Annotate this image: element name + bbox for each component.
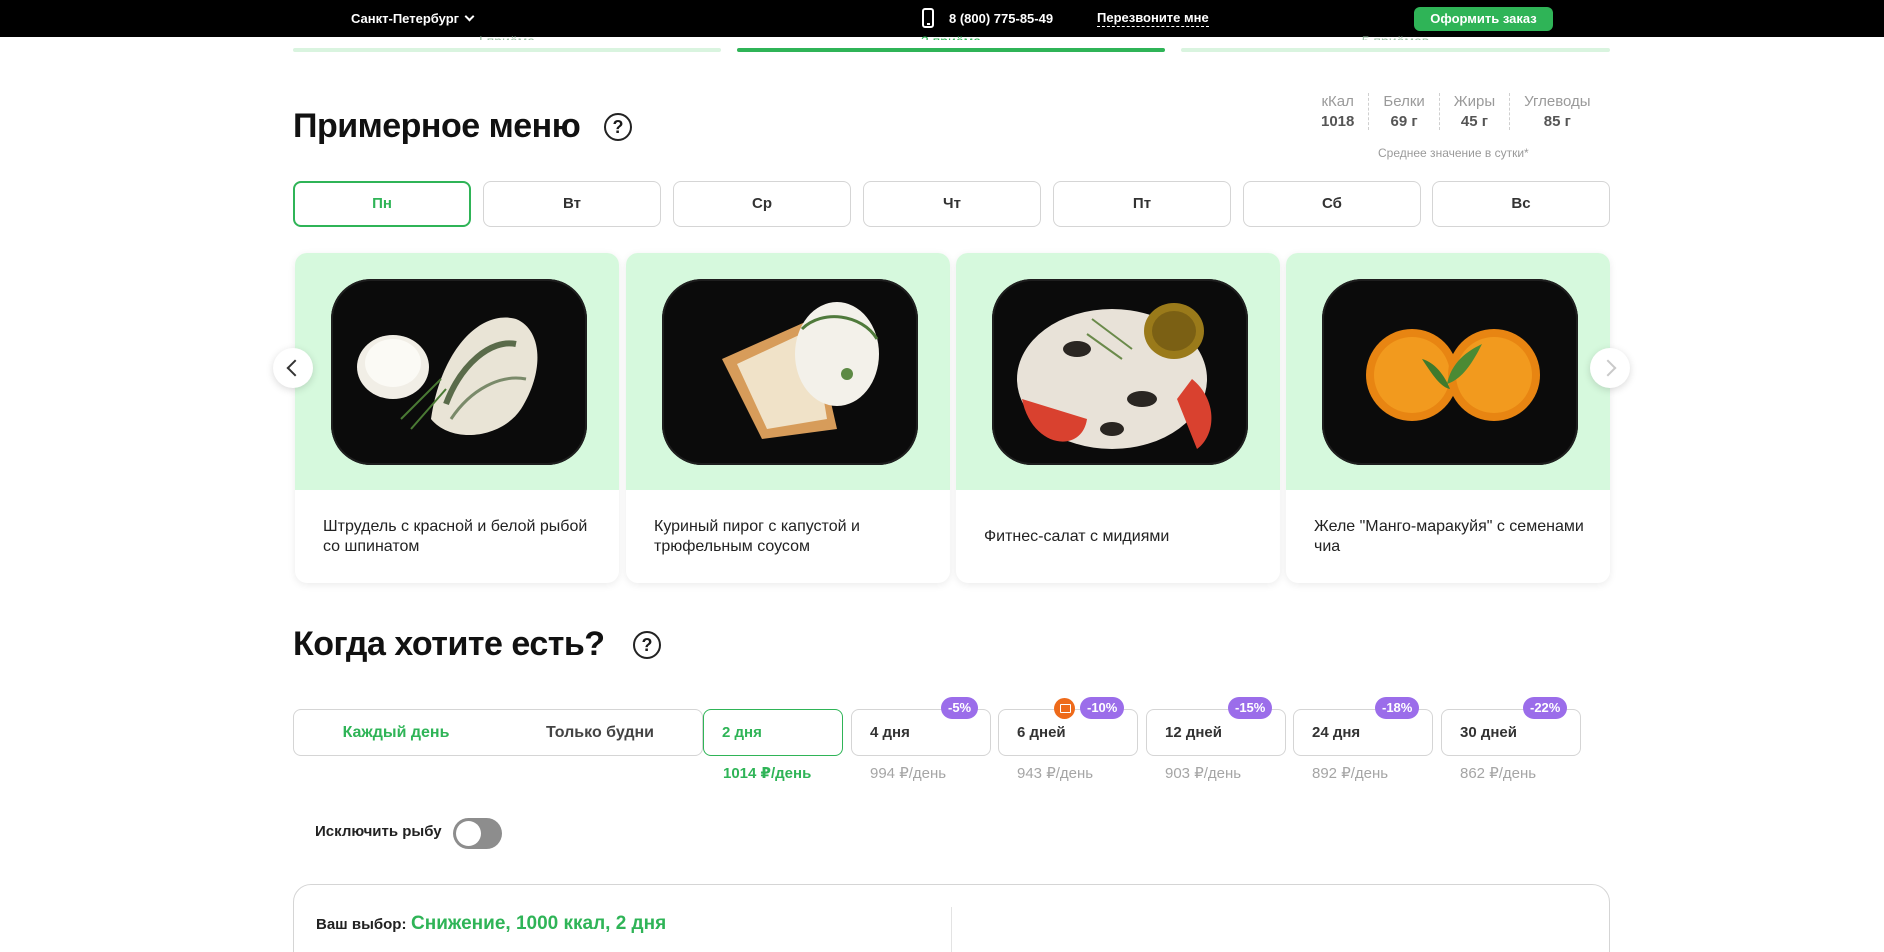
day-tab-fri[interactable]: Пт xyxy=(1053,181,1231,227)
meal-count-tab-label: 5 приёмов xyxy=(1181,27,1610,40)
callback-link[interactable]: Перезвоните мне xyxy=(1097,10,1209,27)
discount-badge: -18% xyxy=(1375,697,1420,719)
dish-photo xyxy=(295,253,619,490)
macro-value: 69 г xyxy=(1390,113,1418,130)
macro-carbs: Углеводы 85 г xyxy=(1509,93,1604,130)
tab-underline xyxy=(737,48,1165,52)
price-per-day: 903 ₽/день xyxy=(1165,765,1242,782)
dish-photo xyxy=(1286,253,1610,490)
tab-underline xyxy=(293,48,721,52)
average-note: Среднее значение в сутки* xyxy=(1378,146,1529,160)
macro-fat: Жиры 45 г xyxy=(1438,93,1509,130)
nutrition-summary: кКал 1018 Белки 69 г Жиры 45 г Углеводы … xyxy=(1307,93,1605,130)
help-icon[interactable]: ? xyxy=(633,631,661,659)
selection-summary: Ваш выбор: Снижение, 1000 ккал, 2 дня xyxy=(293,884,1610,952)
day-tab-tue[interactable]: Вт xyxy=(483,181,661,227)
day-tab-mon[interactable]: Пн xyxy=(293,181,471,227)
price-per-day: 1014 ₽/день xyxy=(723,765,812,782)
meal-count-tab-3[interactable]: 3 приёма xyxy=(737,33,1165,52)
discount-badge: -5% xyxy=(941,697,979,719)
divider xyxy=(951,907,952,952)
meal-count-tab-5[interactable]: 5 приёмов xyxy=(1181,33,1610,52)
plan-2-days[interactable]: 2 дня xyxy=(703,709,843,756)
macro-kcal: кКал 1018 xyxy=(1307,93,1368,130)
discount-badge: -15% xyxy=(1228,697,1273,719)
summary-value: Снижение, 1000 ккал, 2 дня xyxy=(411,913,667,934)
menu-title: Примерное меню xyxy=(293,107,581,145)
dish-card[interactable]: Фитнес-салат с мидиями xyxy=(956,253,1280,583)
phone-number[interactable]: 8 (800) 775-85-49 xyxy=(949,11,1053,26)
food-tray xyxy=(992,279,1248,465)
dish-card[interactable]: Желе "Манго-маракуйя" с семенами чиа xyxy=(1286,253,1610,583)
meal-count-tab-label: I приёма xyxy=(293,27,721,40)
macro-value: 85 г xyxy=(1543,113,1571,130)
schedule-title: Когда хотите есть? xyxy=(293,625,605,663)
exclude-fish-label: Исключить рыбу xyxy=(315,823,442,840)
dish-title: Фитнес-салат с мидиями xyxy=(984,528,1170,545)
macro-value: 1018 xyxy=(1321,113,1355,130)
dish-title: Штрудель с красной и белой рыбой со шпин… xyxy=(323,518,588,555)
summary-label: Ваш выбор: xyxy=(316,916,407,933)
dish-card[interactable]: Куриный пирог с капустой и трюфельным со… xyxy=(626,253,950,583)
city-label: Санкт-Петербург xyxy=(351,11,460,26)
macro-label: кКал xyxy=(1321,93,1354,110)
macro-protein: Белки 69 г xyxy=(1368,93,1438,130)
carousel-next-icon[interactable] xyxy=(1590,348,1630,388)
exclude-fish-toggle[interactable] xyxy=(453,818,502,849)
meal-count-tab-1[interactable]: I приёма xyxy=(293,33,721,52)
food-tray xyxy=(662,279,918,465)
phone-icon xyxy=(922,8,934,28)
food-tray xyxy=(1322,279,1578,465)
dish-photo xyxy=(956,253,1280,490)
tab-underline xyxy=(1181,48,1610,52)
day-tab-sun[interactable]: Вс xyxy=(1432,181,1610,227)
day-tab-thu[interactable]: Чт xyxy=(863,181,1041,227)
price-per-day: 994 ₽/день xyxy=(870,765,947,782)
food-tray xyxy=(331,279,587,465)
dish-card[interactable]: Штрудель с красной и белой рыбой со шпин… xyxy=(295,253,619,583)
help-icon[interactable]: ? xyxy=(604,113,632,141)
macro-value: 45 г xyxy=(1460,113,1488,130)
day-tab-sat[interactable]: Сб xyxy=(1243,181,1421,227)
dish-photo xyxy=(626,253,950,490)
option-weekdays-only[interactable]: Только будни xyxy=(498,710,702,755)
gift-icon xyxy=(1054,698,1075,719)
discount-badge: -22% xyxy=(1523,697,1568,719)
day-tab-wed[interactable]: Ср xyxy=(673,181,851,227)
chevron-down-icon xyxy=(464,11,475,22)
dish-title: Куриный пирог с капустой и трюфельным со… xyxy=(654,518,860,555)
macro-label: Углеводы xyxy=(1524,93,1591,110)
macro-label: Жиры xyxy=(1453,93,1496,110)
meal-count-tab-label: 3 приёма xyxy=(737,27,1165,40)
macro-label: Белки xyxy=(1383,93,1425,110)
schedule-toggle: Каждый день Только будни xyxy=(293,709,703,756)
carousel-prev-icon[interactable] xyxy=(273,348,313,388)
price-per-day: 892 ₽/день xyxy=(1312,765,1389,782)
city-selector[interactable]: Санкт-Петербург xyxy=(351,11,475,26)
option-every-day[interactable]: Каждый день xyxy=(294,710,498,755)
discount-badge: -10% xyxy=(1080,697,1125,719)
dish-title: Желе "Манго-маракуйя" с семенами чиа xyxy=(1314,518,1584,555)
price-per-day: 862 ₽/день xyxy=(1460,765,1537,782)
price-per-day: 943 ₽/день xyxy=(1017,765,1094,782)
